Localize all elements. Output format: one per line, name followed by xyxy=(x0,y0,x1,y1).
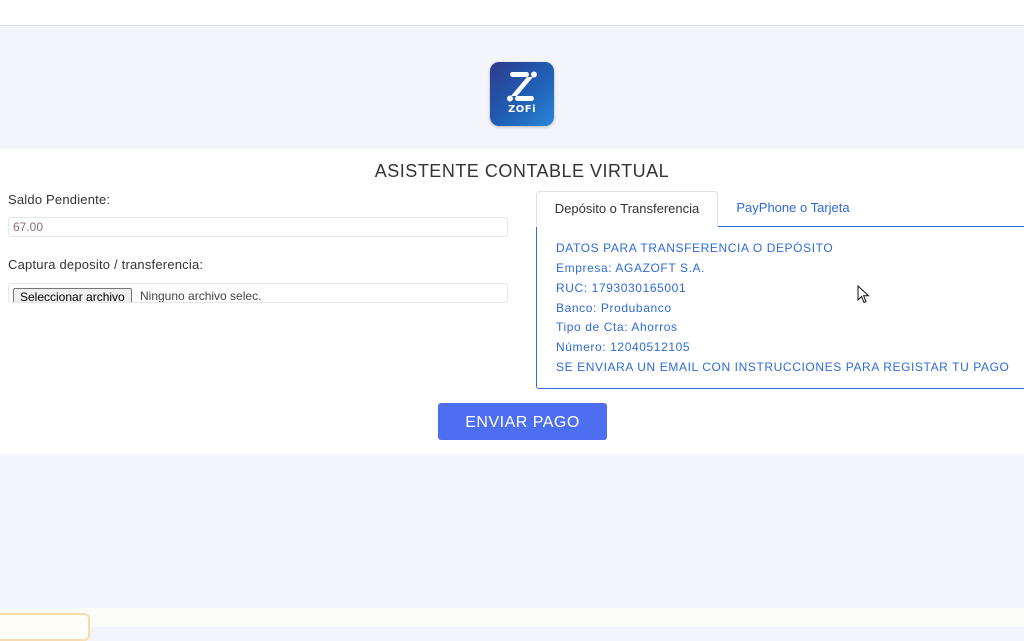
bottom-strip xyxy=(0,608,1024,627)
transfer-info-tipo-cuenta: Tipo de Cta: Ahorros xyxy=(556,320,678,334)
select-file-button[interactable]: Seleccionar archivo xyxy=(13,288,132,302)
file-status-text: Ninguno archivo selec. xyxy=(140,289,262,303)
mouse-cursor-icon xyxy=(857,285,870,304)
tab-payphone-tarjeta[interactable]: PayPhone o Tarjeta xyxy=(718,191,868,227)
captura-label: Captura deposito / transferencia: xyxy=(8,257,204,272)
transfer-info-heading: DATOS PARA TRANSFERENCIA O DEPÓSITO xyxy=(556,241,834,255)
transfer-info-email-notice: SE ENVIARA UN EMAIL CON INSTRUCCIONES PA… xyxy=(556,360,1010,374)
zofi-logo: ZOFi xyxy=(490,62,554,126)
transfer-info-banco: Banco: Produbanco xyxy=(556,301,672,315)
zofi-logo-mark xyxy=(507,71,537,102)
transfer-info-empresa: Empresa: AGAZOFT S.A. xyxy=(556,261,706,275)
transfer-info-numero: Número: 12040512105 xyxy=(556,340,691,354)
chat-widget-tab[interactable] xyxy=(0,613,90,641)
page-title: ASISTENTE CONTABLE VIRTUAL xyxy=(374,161,670,181)
logo-text: ZOFi xyxy=(507,104,536,115)
top-bar xyxy=(0,0,1024,26)
send-payment-button[interactable]: ENVIAR PAGO xyxy=(438,403,607,440)
transfer-info-ruc: RUC: 1793030165001 xyxy=(556,281,687,295)
tab-deposito-transferencia[interactable]: Depósito o Transferencia xyxy=(536,191,718,227)
saldo-label: Saldo Pendiente: xyxy=(8,192,111,207)
file-upload-field[interactable]: Seleccionar archivo Ninguno archivo sele… xyxy=(8,283,508,303)
transfer-info-box: DATOS PARA TRANSFERENCIA O DEPÓSITO Empr… xyxy=(536,226,1024,389)
saldo-input[interactable] xyxy=(8,217,508,237)
